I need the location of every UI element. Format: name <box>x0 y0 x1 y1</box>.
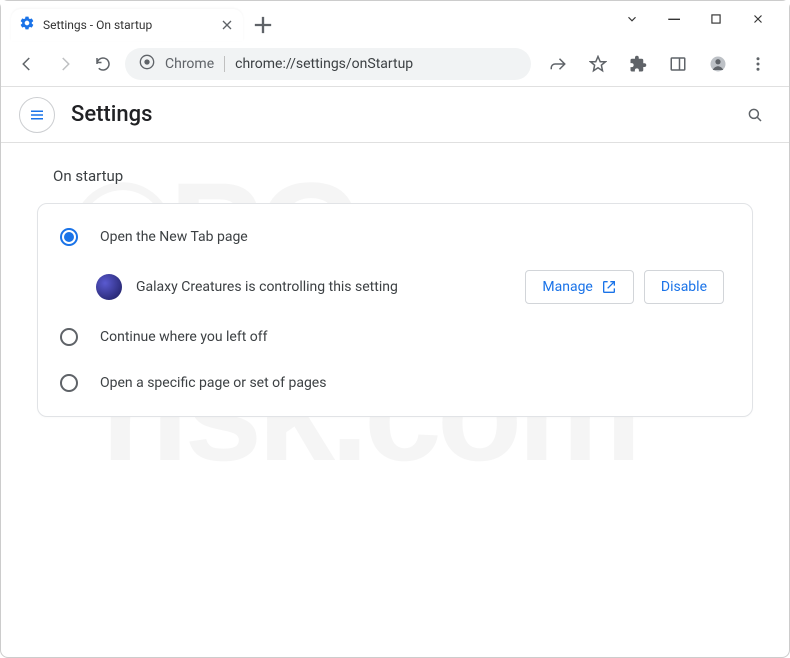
share-icon[interactable] <box>543 49 573 79</box>
radio-icon <box>60 228 78 246</box>
page-title: Settings <box>71 102 152 127</box>
startup-card: Open the New Tab page Galaxy Creatures i… <box>37 203 753 417</box>
url-path: chrome://settings/onStartup <box>235 56 413 72</box>
option-specific-pages[interactable]: Open a specific page or set of pages <box>38 360 752 406</box>
chevron-down-icon[interactable] <box>623 12 641 30</box>
back-button[interactable] <box>11 48 43 80</box>
forward-button[interactable] <box>49 48 81 80</box>
url-divider <box>224 56 225 72</box>
maximize-button[interactable] <box>707 12 725 30</box>
option-continue[interactable]: Continue where you left off <box>38 314 752 360</box>
extension-message: Galaxy Creatures is controlling this set… <box>136 279 511 295</box>
close-icon[interactable] <box>219 17 235 33</box>
bookmark-icon[interactable] <box>583 49 613 79</box>
extension-notice: Galaxy Creatures is controlling this set… <box>38 260 752 314</box>
radio-icon <box>60 374 78 392</box>
external-link-icon <box>601 279 617 295</box>
section-label: On startup <box>53 167 753 185</box>
radio-label: Continue where you left off <box>100 329 268 345</box>
extension-icon <box>96 274 122 300</box>
disable-button[interactable]: Disable <box>644 270 724 304</box>
extensions-icon[interactable] <box>623 49 653 79</box>
gear-icon <box>19 15 35 35</box>
radio-label: Open the New Tab page <box>100 229 248 245</box>
url-prefix: Chrome <box>165 56 214 72</box>
chrome-icon <box>139 54 155 74</box>
hamburger-menu-button[interactable] <box>19 97 55 133</box>
new-tab-button[interactable] <box>249 11 277 39</box>
profile-icon[interactable] <box>703 49 733 79</box>
option-open-new-tab[interactable]: Open the New Tab page <box>38 214 752 260</box>
radio-label: Open a specific page or set of pages <box>100 375 326 391</box>
search-icon[interactable] <box>739 99 771 131</box>
tab-title: Settings - On startup <box>43 18 211 32</box>
manage-button[interactable]: Manage <box>525 270 633 304</box>
radio-icon <box>60 328 78 346</box>
url-bar[interactable]: Chrome chrome://settings/onStartup <box>125 48 531 80</box>
sidepanel-icon[interactable] <box>663 49 693 79</box>
minimize-button[interactable]: — <box>665 18 683 24</box>
browser-tab[interactable]: Settings - On startup <box>11 9 243 41</box>
disable-label: Disable <box>661 279 707 295</box>
reload-button[interactable] <box>87 48 119 80</box>
manage-label: Manage <box>542 279 592 295</box>
kebab-menu-icon[interactable] <box>743 49 773 79</box>
close-window-button[interactable] <box>749 12 767 30</box>
